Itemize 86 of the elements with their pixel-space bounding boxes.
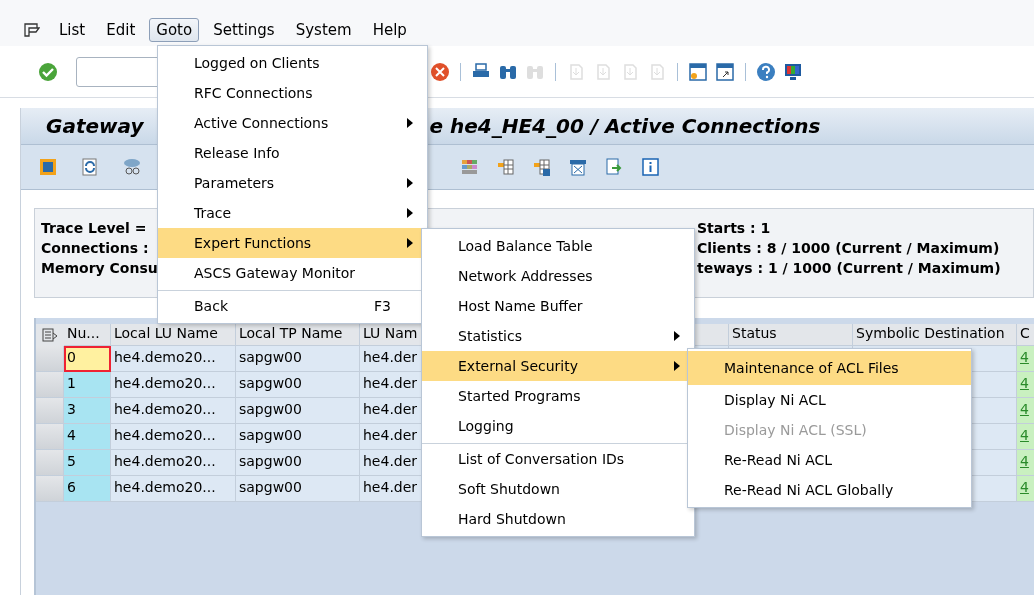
menu-item[interactable]: Release Info bbox=[158, 138, 427, 168]
table-cell: sapgw00 bbox=[236, 372, 360, 398]
menu-item[interactable]: Network Addresses bbox=[422, 261, 694, 291]
info-text: Connections : bbox=[41, 239, 149, 258]
table-cell: sapgw00 bbox=[236, 476, 360, 502]
menu-item[interactable]: Re-Read Ni ACL Globally bbox=[688, 475, 971, 505]
menu-item-label: Re-Read Ni ACL bbox=[724, 452, 834, 468]
info-text: Starts : 1 bbox=[697, 219, 771, 238]
menu-item-label: RFC Connections bbox=[194, 85, 314, 101]
menu-item-label: External Security bbox=[458, 358, 580, 374]
table-cell: he4.demo20... bbox=[111, 450, 236, 476]
menu-item[interactable]: Trace bbox=[158, 198, 427, 228]
table-cell: sapgw00 bbox=[236, 346, 360, 372]
table-link-cell[interactable]: 4 bbox=[1017, 424, 1034, 450]
table-cell: he4.demo20... bbox=[111, 346, 236, 372]
table-cell[interactable]: 3 bbox=[64, 398, 111, 424]
menu-item-label: Hard Shutdown bbox=[458, 511, 567, 527]
table-cell: he4.der bbox=[360, 450, 422, 476]
menu-item-label: Trace bbox=[194, 205, 233, 221]
menu-item-label: Active Connections bbox=[194, 115, 330, 131]
table-cell[interactable]: 5 bbox=[64, 450, 111, 476]
menu-item-label: List of Conversation IDs bbox=[458, 451, 626, 467]
menu-item-label: Maintenance of ACL Files bbox=[724, 360, 900, 376]
menu-item[interactable]: RFC Connections bbox=[158, 78, 427, 108]
menu-item[interactable]: Settings bbox=[206, 18, 282, 42]
screen-title: Gateway bbox=[46, 114, 144, 138]
menu-item[interactable]: Maintenance of ACL Files bbox=[688, 351, 971, 385]
menu-item[interactable]: Statistics bbox=[422, 321, 694, 351]
table-cell: he4.demo20... bbox=[111, 398, 236, 424]
menu-item-label: Re-Read Ni ACL Globally bbox=[724, 482, 895, 498]
menu-item[interactable]: Display Ni ACL bbox=[688, 385, 971, 415]
shortcut-label: F3 bbox=[374, 298, 391, 314]
table-cell: he4.der bbox=[360, 398, 422, 424]
screen-title: e he4_HE4_00 / Active Connections bbox=[429, 114, 821, 138]
table-cell: he4.demo20... bbox=[111, 476, 236, 502]
column-header[interactable]: Nu... bbox=[64, 324, 111, 346]
menu-item[interactable]: System bbox=[288, 18, 359, 42]
menu-item-label: Load Balance Table bbox=[458, 238, 594, 254]
table-cell: sapgw00 bbox=[236, 450, 360, 476]
table-cell: he4.der bbox=[360, 346, 422, 372]
table-cell: he4.der bbox=[360, 476, 422, 502]
column-header[interactable]: Local TP Name bbox=[236, 324, 360, 346]
menu-item[interactable]: Goto bbox=[149, 18, 200, 42]
menu-item[interactable]: Logged on Clients bbox=[158, 48, 427, 78]
menu-item-label: Display Ni ACL (SSL) bbox=[724, 422, 868, 438]
table-link-cell[interactable]: 4 bbox=[1017, 450, 1034, 476]
table-link-cell[interactable]: 4 bbox=[1017, 346, 1034, 372]
info-text: Memory Consu bbox=[41, 259, 158, 278]
table-cell: he4.demo20... bbox=[111, 372, 236, 398]
menu-item-label: Display Ni ACL bbox=[724, 392, 827, 408]
table-cell: he4.der bbox=[360, 372, 422, 398]
table-link-cell[interactable]: 4 bbox=[1017, 476, 1034, 502]
menu-item-label: ASCS Gateway Monitor bbox=[194, 265, 357, 281]
menu-item-label: Started Programs bbox=[458, 388, 582, 404]
table-cell: he4.demo20... bbox=[111, 424, 236, 450]
info-text: Clients : 8 / 1000 (Current / Maximum) bbox=[697, 239, 1000, 258]
info-text: Trace Level = bbox=[41, 219, 147, 238]
table-cell[interactable]: 1 bbox=[64, 372, 111, 398]
menu-item-label: Back bbox=[194, 298, 229, 314]
menu-item-label: Logged on Clients bbox=[194, 55, 321, 71]
menu-item-label: Expert Functions bbox=[194, 235, 313, 251]
info-text: teways : 1 / 1000 (Current / Maximum) bbox=[697, 259, 1001, 278]
table-cell[interactable]: 6 bbox=[64, 476, 111, 502]
menu-item[interactable]: Help bbox=[365, 18, 414, 42]
menu-item-label: Parameters bbox=[194, 175, 276, 191]
column-header[interactable]: Local LU Name bbox=[111, 324, 236, 346]
menu-item-label: Soft Shutdown bbox=[458, 481, 561, 497]
menu-item[interactable]: Active Connections bbox=[158, 108, 427, 138]
menu-item-label: Statistics bbox=[458, 328, 523, 344]
table-cell: sapgw00 bbox=[236, 398, 360, 424]
column-header[interactable]: Status bbox=[729, 324, 853, 346]
table-cell[interactable]: 0 bbox=[64, 346, 111, 372]
menu-item-label: Logging bbox=[458, 418, 515, 434]
table-link-cell[interactable]: 4 bbox=[1017, 372, 1034, 398]
table-cell: he4.der bbox=[360, 424, 422, 450]
column-header[interactable]: Symbolic Destination bbox=[853, 324, 1017, 346]
menu-item-label: Release Info bbox=[194, 145, 281, 161]
table-cell[interactable]: 4 bbox=[64, 424, 111, 450]
table-cell: sapgw00 bbox=[236, 424, 360, 450]
menu-item[interactable]: Parameters bbox=[158, 168, 427, 198]
menu-item[interactable]: Edit bbox=[99, 18, 143, 42]
table-link-cell[interactable]: 4 bbox=[1017, 398, 1034, 424]
menu-item[interactable]: Hard Shutdown bbox=[422, 504, 694, 534]
menu-item[interactable]: List bbox=[52, 18, 93, 42]
menu-item-label: Host Name Buffer bbox=[458, 298, 584, 314]
menu-item-label: Network Addresses bbox=[458, 268, 594, 284]
